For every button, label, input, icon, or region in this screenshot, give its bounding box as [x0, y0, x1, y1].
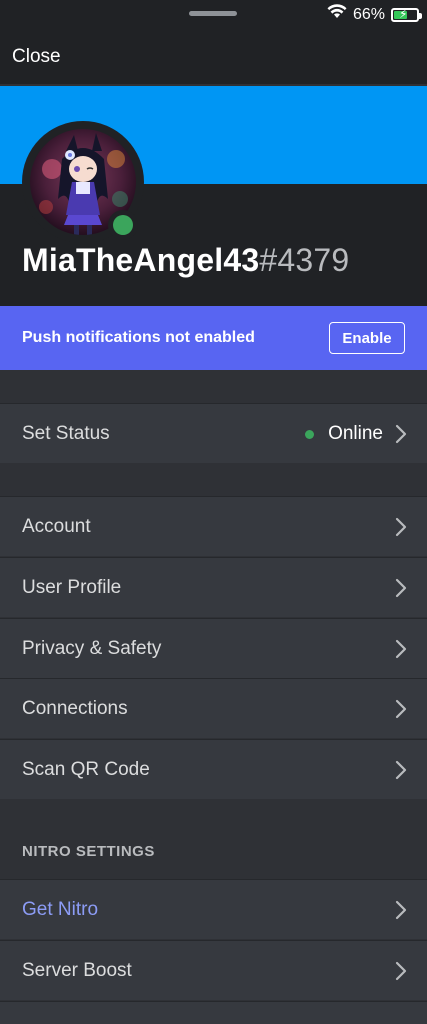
set-status-label: Set Status — [22, 423, 110, 444]
online-dot-icon — [305, 429, 315, 439]
nitro-item-get-nitro[interactable]: Get Nitro — [0, 879, 427, 939]
settings-item-label: User Profile — [22, 577, 122, 598]
set-status-row[interactable]: Set Status Online — [0, 403, 427, 463]
battery-percent: 66% — [352, 5, 385, 23]
chevron-right-icon — [395, 578, 407, 598]
push-notification-banner: Push notifications not enabled Enable — [0, 306, 427, 370]
current-status-label: Online — [328, 423, 383, 444]
chevron-right-icon — [395, 699, 407, 719]
bolt-icon: ⚡ — [399, 6, 408, 21]
settings-item-user-profile[interactable]: User Profile — [0, 557, 427, 617]
current-status: Online — [305, 423, 383, 445]
username: MiaTheAngel43#4379 — [22, 242, 349, 279]
settings-item-label: Scan QR Code — [22, 759, 150, 780]
wifi-icon — [327, 4, 347, 25]
username-name: MiaTheAngel43 — [22, 242, 260, 278]
settings-item-label: Account — [22, 516, 91, 537]
chevron-right-icon — [395, 760, 407, 780]
settings-item-privacy-safety[interactable]: Privacy & Safety — [0, 618, 427, 678]
username-discriminator: #4379 — [259, 242, 350, 278]
chevron-right-icon — [395, 424, 407, 444]
push-notification-text: Push notifications not enabled — [22, 329, 255, 346]
presence-indicator — [108, 210, 138, 240]
nitro-section-header: NITRO SETTINGS — [22, 843, 155, 860]
spacer — [0, 370, 427, 403]
chevron-right-icon — [395, 900, 407, 920]
section-spacer — [0, 800, 427, 879]
close-button[interactable]: Close — [12, 46, 61, 68]
settings-item-connections[interactable]: Connections — [0, 678, 427, 738]
top-bar: Close — [0, 30, 427, 84]
status-bar: 66% ⚡ — [0, 0, 427, 30]
chevron-right-icon — [395, 639, 407, 659]
get-nitro-label: Get Nitro — [22, 899, 99, 920]
nitro-item-next[interactable] — [0, 1001, 427, 1024]
enable-button[interactable]: Enable — [329, 322, 405, 354]
battery-charging-icon: ⚡ — [391, 6, 422, 22]
settings-item-scan-qr-code[interactable]: Scan QR Code — [0, 739, 427, 799]
settings-item-account[interactable]: Account — [0, 496, 427, 556]
nitro-item-server-boost[interactable]: Server Boost — [0, 940, 427, 1000]
server-boost-label: Server Boost — [22, 960, 132, 981]
spacer — [0, 464, 427, 496]
home-indicator-pill — [189, 11, 237, 16]
chevron-right-icon — [395, 517, 407, 537]
chevron-right-icon — [395, 961, 407, 981]
settings-item-label: Privacy & Safety — [22, 638, 162, 659]
status-bar-right: 66% ⚡ — [327, 4, 422, 25]
online-status-dot — [113, 215, 133, 235]
settings-item-label: Connections — [22, 698, 128, 719]
